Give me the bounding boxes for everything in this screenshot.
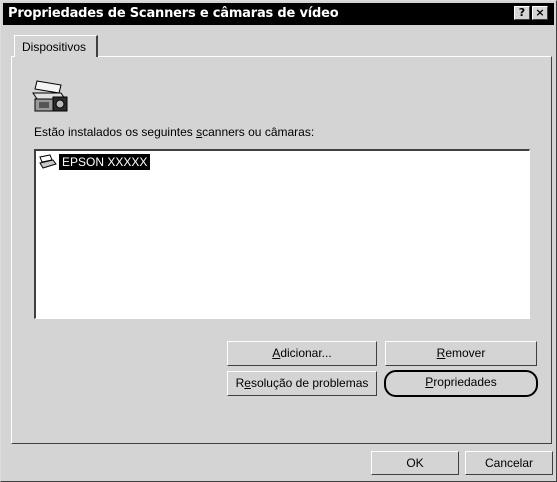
scanner-icon (39, 154, 57, 169)
close-button[interactable]: × (532, 6, 548, 20)
window-title: Propriedades de Scanners e câmaras de ví… (8, 6, 339, 21)
tab-dispositivos[interactable]: Dispositivos (14, 35, 98, 57)
add-button[interactable]: Adicionar... (227, 341, 377, 366)
title-bar[interactable]: Propriedades de Scanners e câmaras de ví… (3, 3, 554, 25)
remove-button[interactable]: Remover (385, 341, 537, 366)
list-item[interactable]: EPSON XXXXX (39, 154, 151, 170)
troubleshoot-button[interactable]: Resolução de problemas (227, 371, 377, 396)
device-name: EPSON XXXXX (59, 154, 151, 170)
dialog-window: Propriedades de Scanners e câmaras de ví… (0, 0, 557, 482)
ok-button[interactable]: OK (371, 451, 459, 475)
devices-listbox[interactable]: EPSON XXXXX (34, 149, 530, 319)
cancel-button[interactable]: Cancelar (465, 451, 553, 475)
tab-label: Dispositivos (22, 40, 87, 54)
help-button[interactable]: ? (514, 6, 530, 20)
devices-list-label: Estão instalados os seguintes scanners o… (34, 125, 315, 139)
scanner-camera-icon (32, 80, 68, 112)
properties-button[interactable]: Propriedades (384, 370, 538, 397)
